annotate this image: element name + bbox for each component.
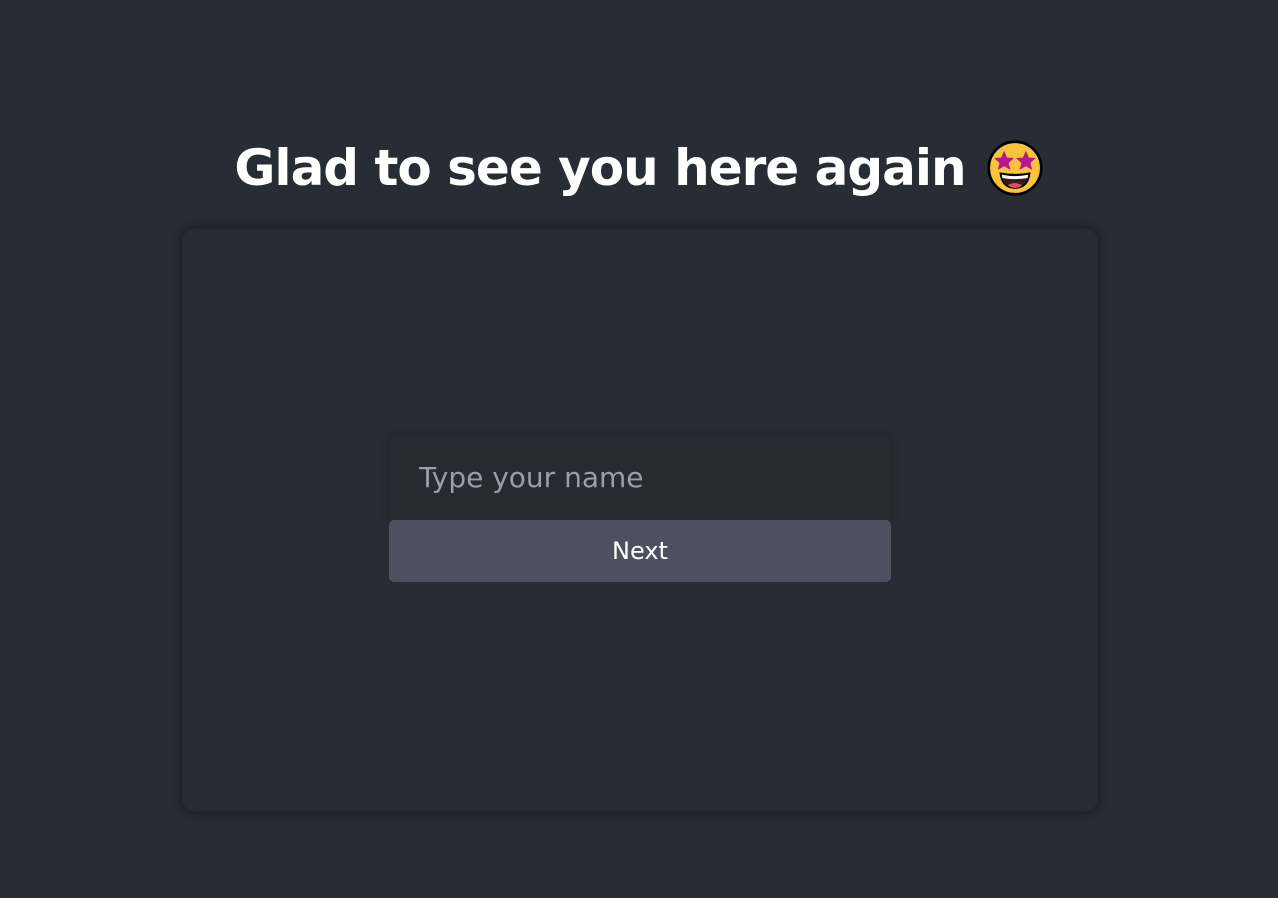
page-header: Glad to see you here again bbox=[0, 136, 1278, 200]
login-card: Next bbox=[184, 230, 1096, 810]
login-page: Glad to see you here again Next bbox=[0, 0, 1278, 898]
next-button[interactable]: Next bbox=[389, 520, 891, 582]
star-struck-icon bbox=[986, 140, 1043, 196]
name-input[interactable] bbox=[389, 435, 891, 520]
name-form: Next bbox=[389, 435, 891, 582]
page-title: Glad to see you here again bbox=[234, 139, 966, 197]
